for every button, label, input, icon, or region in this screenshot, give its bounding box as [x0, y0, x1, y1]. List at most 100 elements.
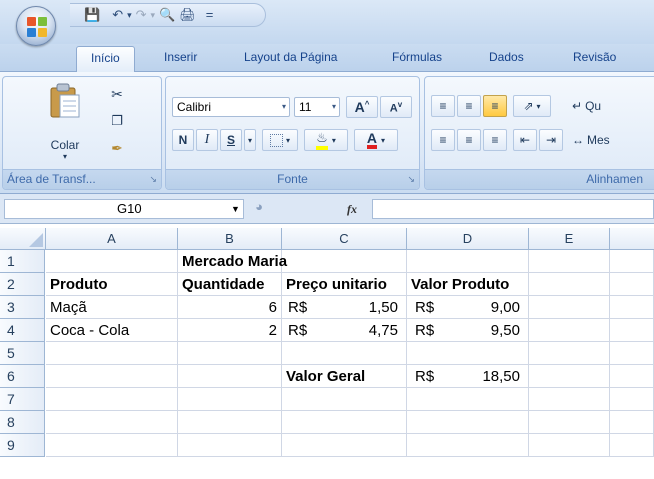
- row-header-3[interactable]: 3: [0, 296, 45, 319]
- align-middle-button[interactable]: ≡: [457, 95, 481, 117]
- align-center-button[interactable]: ≡: [457, 129, 481, 151]
- redo-dropdown-icon[interactable]: ▾: [151, 5, 156, 25]
- chevron-down-icon[interactable]: ▼: [231, 200, 240, 218]
- valor-cell[interactable]: R$ 9,00: [407, 296, 529, 319]
- column-header-a[interactable]: A: [46, 228, 178, 250]
- formula-bar-splitter[interactable]: ◕: [250, 199, 268, 219]
- tab-revisao[interactable]: Revisão: [573, 50, 616, 64]
- grid-cell[interactable]: [178, 388, 282, 411]
- paste-button[interactable]: Colar ▾: [43, 81, 87, 161]
- grid-cell[interactable]: [178, 434, 282, 457]
- grid-cell[interactable]: [529, 365, 610, 388]
- save-icon[interactable]: 💾: [84, 5, 100, 25]
- total-label-cell[interactable]: Valor Geral: [282, 365, 407, 388]
- grid-cell[interactable]: [282, 411, 407, 434]
- wrap-text-button[interactable]: ↵ Qu: [571, 95, 654, 117]
- row-header-7[interactable]: 7: [0, 388, 45, 411]
- row-header-8[interactable]: 8: [0, 411, 45, 434]
- grid-cell[interactable]: [407, 434, 529, 457]
- copy-button[interactable]: ❐: [105, 110, 129, 132]
- grid-cell[interactable]: [282, 434, 407, 457]
- font-name-select[interactable]: Calibri ▾: [172, 97, 290, 117]
- grid-cell[interactable]: [610, 250, 654, 273]
- grid-cell[interactable]: [407, 250, 529, 273]
- grow-font-button[interactable]: A^: [346, 96, 378, 118]
- select-all-corner[interactable]: [0, 228, 46, 250]
- grid-cell[interactable]: [178, 411, 282, 434]
- sheet-title-cell[interactable]: Mercado Maria: [178, 250, 407, 273]
- print-preview-icon[interactable]: 🔍: [159, 5, 175, 25]
- grid-cell[interactable]: [46, 411, 178, 434]
- row-header-6[interactable]: 6: [0, 365, 45, 388]
- tab-inicio[interactable]: Início: [76, 46, 135, 73]
- grid-cell[interactable]: [610, 342, 654, 365]
- font-color-button[interactable]: A ▾: [354, 129, 398, 151]
- fill-color-button[interactable]: ♨ ▾: [304, 129, 348, 151]
- column-header-e[interactable]: E: [529, 228, 610, 250]
- grid-cell[interactable]: [529, 296, 610, 319]
- valor-cell[interactable]: R$ 9,50: [407, 319, 529, 342]
- increase-indent-button[interactable]: ⇥: [539, 129, 563, 151]
- grid-cell[interactable]: [407, 388, 529, 411]
- undo-dropdown-icon[interactable]: ▾: [127, 5, 132, 25]
- grid-cell[interactable]: [529, 342, 610, 365]
- header-valor-cell[interactable]: Valor Produto: [407, 273, 529, 296]
- tab-formulas[interactable]: Fórmulas: [392, 50, 442, 64]
- grid-cell[interactable]: [282, 342, 407, 365]
- grid-cell[interactable]: [529, 434, 610, 457]
- underline-button[interactable]: S: [220, 129, 242, 151]
- dialog-launcher-icon[interactable]: ↘: [407, 174, 415, 185]
- grid-cell[interactable]: [46, 250, 178, 273]
- row-header-2[interactable]: 2: [0, 273, 45, 296]
- align-top-button[interactable]: ≡: [431, 95, 455, 117]
- tab-layout-da-pagina[interactable]: Layout da Página: [244, 50, 337, 64]
- grid-cell[interactable]: [529, 273, 610, 296]
- grid-cell[interactable]: [407, 342, 529, 365]
- qat-customize-marker[interactable]: =: [206, 5, 214, 25]
- shrink-font-button[interactable]: Av: [380, 96, 412, 118]
- total-value-cell[interactable]: R$ 18,50: [407, 365, 529, 388]
- produto-cell[interactable]: Coca - Cola: [46, 319, 178, 342]
- header-produto-cell[interactable]: Produto: [46, 273, 178, 296]
- grid-cell[interactable]: [282, 388, 407, 411]
- cut-button[interactable]: ✂: [105, 83, 129, 105]
- grid-cell[interactable]: [610, 273, 654, 296]
- column-header-f[interactable]: [610, 228, 654, 250]
- insert-function-button[interactable]: fx: [340, 198, 364, 220]
- format-painter-button[interactable]: ✒: [105, 137, 129, 159]
- orientation-button[interactable]: ⇗ ▾: [513, 95, 551, 117]
- formula-input[interactable]: [372, 199, 654, 219]
- redo-icon[interactable]: ↷: [136, 5, 147, 25]
- grid-cell[interactable]: [407, 411, 529, 434]
- row-header-5[interactable]: 5: [0, 342, 45, 365]
- quantidade-cell[interactable]: 2: [178, 319, 282, 342]
- grid-cell[interactable]: [610, 434, 654, 457]
- grid-cell[interactable]: [46, 434, 178, 457]
- grid-cell[interactable]: [610, 388, 654, 411]
- print-icon[interactable]: 🖨: [179, 5, 196, 25]
- dialog-launcher-icon[interactable]: ↘: [149, 174, 157, 185]
- grid-cell[interactable]: [610, 296, 654, 319]
- column-header-c[interactable]: C: [282, 228, 407, 250]
- undo-icon[interactable]: ↶: [112, 5, 123, 25]
- header-quantidade-cell[interactable]: Quantidade: [178, 273, 282, 296]
- row-header-9[interactable]: 9: [0, 434, 45, 457]
- align-left-button[interactable]: ≡: [431, 129, 455, 151]
- row-header-4[interactable]: 4: [0, 319, 45, 342]
- grid-cell[interactable]: [178, 365, 282, 388]
- grid-cell[interactable]: [529, 319, 610, 342]
- grid-cell[interactable]: [46, 365, 178, 388]
- decrease-indent-button[interactable]: ⇤: [513, 129, 537, 151]
- borders-button[interactable]: ▾: [262, 129, 298, 151]
- header-preco-cell[interactable]: Preço unitario: [282, 273, 407, 296]
- grid-cell[interactable]: [529, 411, 610, 434]
- align-bottom-button[interactable]: ≡: [483, 95, 507, 117]
- preco-cell[interactable]: R$ 4,75: [282, 319, 407, 342]
- grid-cell[interactable]: [46, 342, 178, 365]
- tab-inserir[interactable]: Inserir: [164, 50, 197, 64]
- tab-dados[interactable]: Dados: [489, 50, 524, 64]
- align-right-button[interactable]: ≡: [483, 129, 507, 151]
- merge-center-button[interactable]: ↔ Mes: [571, 129, 654, 151]
- grid-cell[interactable]: [529, 250, 610, 273]
- produto-cell[interactable]: Maçã: [46, 296, 178, 319]
